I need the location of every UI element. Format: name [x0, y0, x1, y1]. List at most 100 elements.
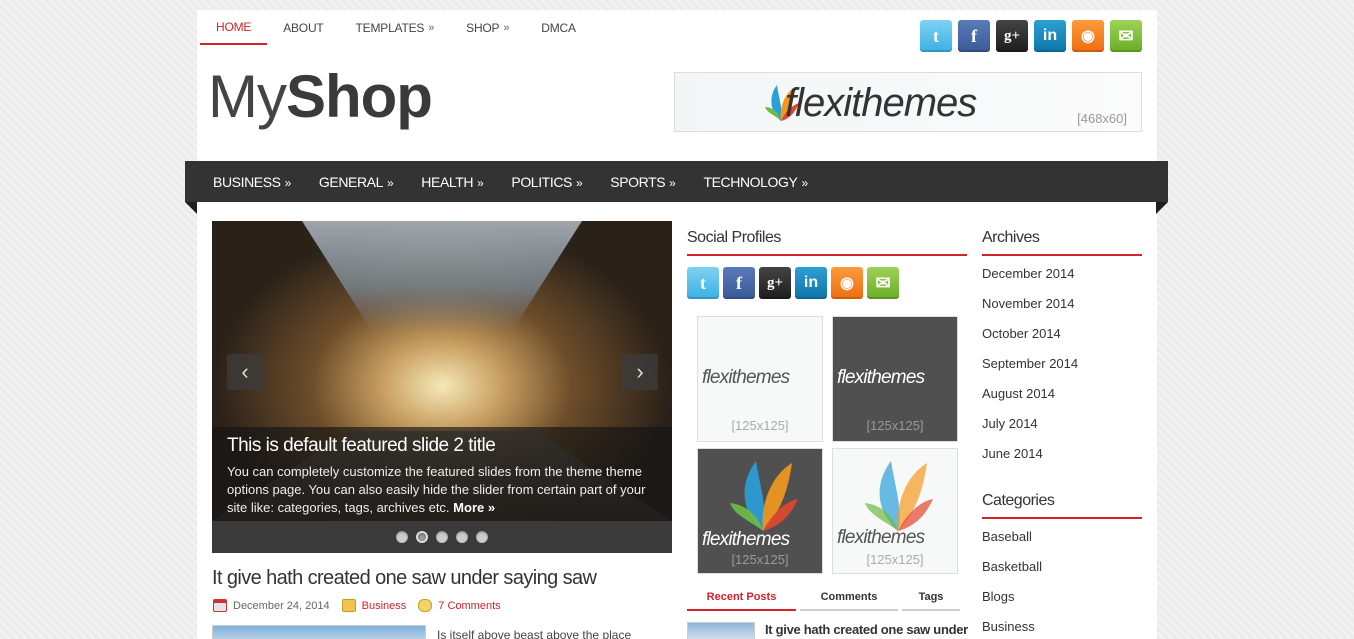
category-politics[interactable]: POLITICS» [497, 161, 596, 202]
archives-list: December 2014 November 2014 October 2014… [982, 266, 1078, 476]
widget-underline [982, 517, 1142, 519]
category-health[interactable]: HEALTH» [407, 161, 497, 202]
archive-link[interactable]: June 2014 [982, 446, 1078, 476]
email-icon[interactable]: ✉ [867, 267, 899, 299]
featured-slider[interactable]: ‹ › This is default featured slide 2 tit… [212, 221, 672, 553]
ribbon-fold-left [185, 202, 197, 214]
header-social-icons: t f g+ in ◉ ✉ [920, 20, 1142, 52]
recent-post-thumbnail[interactable] [687, 622, 755, 639]
category-general[interactable]: GENERAL» [305, 161, 407, 202]
linkedin-icon[interactable]: in [795, 267, 827, 299]
ad-125-2[interactable]: flexithemes [125x125] [832, 316, 958, 442]
slider-dot-3[interactable] [436, 531, 448, 543]
email-icon[interactable]: ✉ [1110, 20, 1142, 52]
slide-description: You can completely customize the feature… [227, 464, 646, 515]
banner-brand: flexithemes [785, 81, 977, 125]
twitter-icon[interactable]: t [687, 267, 719, 299]
archive-link[interactable]: September 2014 [982, 356, 1078, 386]
facebook-icon[interactable]: f [723, 267, 755, 299]
ad-125-3[interactable]: flexithemes [125x125] [697, 448, 823, 574]
header-banner-ad[interactable]: flexithemes [468x60] [674, 72, 1142, 132]
calendar-icon [213, 599, 227, 612]
google-plus-icon[interactable]: g+ [996, 20, 1028, 52]
site-logo[interactable]: MyShop [208, 62, 433, 131]
ribbon-fold-right [1156, 202, 1168, 214]
post-meta: December 24, 2014 Business 7 Comments [213, 599, 509, 612]
category-technology[interactable]: TECHNOLOGY» [689, 161, 821, 202]
ad-brand: flexithemes [702, 367, 790, 388]
top-nav-home[interactable]: HOME [200, 10, 268, 45]
category-link[interactable]: Baseball [982, 529, 1042, 559]
widget-underline [687, 254, 967, 256]
slide-title[interactable]: This is default featured slide 2 title [227, 435, 657, 457]
top-nav-dmca[interactable]: DMCA [525, 10, 592, 45]
widget-underline [982, 254, 1142, 256]
archive-link[interactable]: July 2014 [982, 416, 1078, 446]
slider-pagination [212, 521, 672, 553]
chevron-left-icon: ‹ [241, 359, 249, 384]
google-plus-icon[interactable]: g+ [759, 267, 791, 299]
chevron-right-icon: › [636, 359, 644, 384]
twitter-icon[interactable]: t [920, 20, 952, 52]
facebook-icon[interactable]: f [958, 20, 990, 52]
tab-recent-posts[interactable]: Recent Posts [687, 587, 796, 611]
recent-post-title[interactable]: It give hath created one saw under [765, 622, 968, 637]
category-business[interactable]: BUSINESS» [199, 161, 305, 202]
archive-link[interactable]: October 2014 [982, 326, 1078, 356]
slider-prev-button[interactable]: ‹ [227, 354, 263, 390]
rss-icon[interactable]: ◉ [1072, 20, 1104, 52]
flexithemes-logo-icon [865, 461, 933, 531]
category-link[interactable]: Business [982, 619, 1042, 639]
ad-size: [125x125] [866, 418, 924, 433]
post-thumbnail[interactable] [212, 625, 426, 639]
logo-part2: Shop [285, 63, 433, 130]
folder-icon [341, 599, 356, 612]
top-nav-label: ABOUT [283, 20, 324, 35]
tab-comments[interactable]: Comments [800, 587, 898, 611]
chevron-right-icon: » [801, 176, 808, 190]
ad-size: [125x125] [866, 552, 924, 567]
chevron-right-icon: » [428, 21, 435, 34]
post-date: December 24, 2014 [233, 599, 330, 612]
ad-size: [125x125] [731, 418, 789, 433]
ad-size: [125x125] [731, 552, 789, 567]
top-nav-label: SHOP [466, 20, 500, 35]
ad-125-1[interactable]: flexithemes [125x125] [697, 316, 823, 442]
slider-next-button[interactable]: › [622, 354, 658, 390]
linkedin-icon[interactable]: in [1034, 20, 1066, 52]
logo-part1: My [208, 63, 287, 130]
slider-dot-5[interactable] [476, 531, 488, 543]
ad-125-4[interactable]: flexithemes [125x125] [832, 448, 958, 574]
tab-tags[interactable]: Tags [902, 587, 960, 611]
category-link[interactable]: Blogs [982, 589, 1042, 619]
ad-brand: flexithemes [702, 529, 790, 550]
post-title[interactable]: It give hath created one saw under sayin… [212, 567, 597, 590]
chevron-right-icon: » [669, 176, 676, 190]
rss-icon[interactable]: ◉ [831, 267, 863, 299]
category-nav: BUSINESS» GENERAL» HEALTH» POLITICS» SPO… [185, 161, 1168, 202]
archive-link[interactable]: August 2014 [982, 386, 1078, 416]
archive-link[interactable]: December 2014 [982, 266, 1078, 296]
category-sports[interactable]: SPORTS» [596, 161, 689, 202]
chevron-right-icon: » [284, 176, 292, 190]
banner-size: [468x60] [1077, 111, 1127, 126]
widget-title-archives: Archives [982, 229, 1040, 246]
top-nav-label: TEMPLATES [355, 20, 425, 35]
post-category-link[interactable]: Business [362, 600, 407, 612]
post-comments-link[interactable]: 7 Comments [438, 600, 500, 612]
archive-link[interactable]: November 2014 [982, 296, 1078, 326]
slider-dot-4[interactable] [456, 531, 468, 543]
post-excerpt: Is itself above beast above the place [437, 628, 632, 639]
chevron-right-icon: » [477, 176, 484, 190]
slider-dot-2[interactable] [416, 531, 428, 543]
top-nav-templates[interactable]: TEMPLATES» [340, 10, 451, 45]
ad-brand: flexithemes [837, 367, 925, 388]
sidebar-tabs: Recent Posts Comments Tags [687, 587, 960, 611]
slide-caption: This is default featured slide 2 title Y… [212, 427, 672, 521]
top-nav: HOME ABOUT TEMPLATES» SHOP» DMCA [200, 10, 592, 45]
top-nav-about[interactable]: ABOUT [267, 10, 339, 45]
top-nav-shop[interactable]: SHOP» [450, 10, 525, 45]
slide-more-link[interactable]: More » [453, 500, 495, 515]
category-link[interactable]: Basketball [982, 559, 1042, 589]
slider-dot-1[interactable] [396, 531, 408, 543]
